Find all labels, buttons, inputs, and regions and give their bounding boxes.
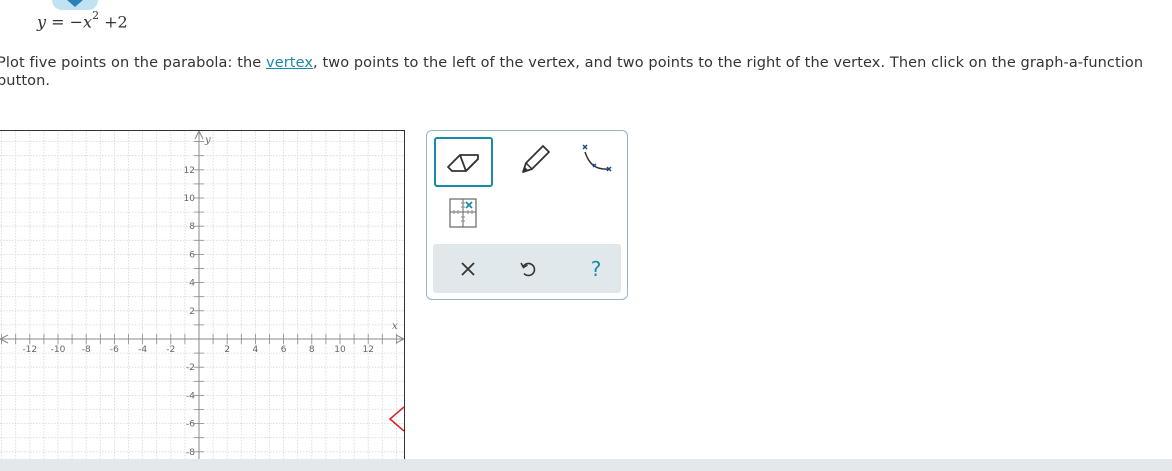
x-tick-label: -8: [82, 345, 91, 355]
y-tick-label: -2: [186, 363, 195, 373]
help-icon: ?: [590, 257, 602, 281]
y-tick-label: 6: [189, 250, 195, 260]
graph-toolbox: ?: [426, 130, 628, 300]
x-tick-label: -12: [22, 345, 37, 355]
x-tick-label: -2: [166, 345, 175, 355]
pencil-tool-button[interactable]: [513, 140, 557, 180]
instructions: Plot five points on the parabola: the ve…: [0, 55, 1144, 89]
eraser-icon: [446, 154, 479, 172]
coordinate-plane[interactable]: -12 -10 -8 -6 -4 -2 2 4 6 8 10 12 12 10 8 6 4 2 -2 -4 -6 -8 x y: [0, 131, 404, 461]
help-button[interactable]: ?: [581, 254, 611, 284]
offscreen-marker-icon: [388, 406, 404, 432]
x-tick-label: -6: [110, 345, 119, 355]
graph-function-button[interactable]: [575, 140, 619, 180]
x-tick-label: 6: [281, 345, 287, 355]
undo-button[interactable]: [513, 254, 543, 284]
pencil-icon: [522, 145, 550, 173]
x-tick-label: 8: [309, 345, 315, 355]
x-tick-label: 10: [334, 345, 346, 355]
y-tick-label: -8: [186, 448, 195, 458]
y-tick-label: 2: [189, 307, 195, 317]
y-tick-label: 10: [184, 194, 196, 204]
graph-function-icon: [582, 144, 612, 172]
x-axis-label: x: [392, 321, 398, 332]
grid-point-icon: [449, 198, 477, 228]
y-tick-label: 8: [189, 222, 195, 232]
graph-area[interactable]: -12 -10 -8 -6 -4 -2 2 4 6 8 10 12 12 10 8 6 4 2 -2 -4 -6 -8 x y: [0, 130, 405, 461]
x-tick-label: -10: [51, 345, 66, 355]
eraser-tool-button[interactable]: [434, 137, 493, 187]
y-tick-label: 4: [189, 279, 195, 289]
undo-icon: [520, 262, 536, 277]
close-icon: [461, 262, 475, 276]
equation: y = −x2 +2: [37, 9, 128, 32]
x-tick-label: 4: [253, 345, 259, 355]
action-bar: ?: [433, 244, 621, 293]
x-tick-label: 12: [362, 345, 373, 355]
x-tick-label: -4: [138, 345, 147, 355]
y-tick-label: -6: [186, 420, 195, 430]
y-axis-label: y: [204, 135, 211, 146]
chevron-down-icon[interactable]: [67, 0, 83, 7]
x-tick-label: 2: [224, 345, 230, 355]
bottom-scrollbar[interactable]: [0, 459, 1172, 471]
clear-button[interactable]: [453, 254, 483, 284]
y-tick-label: 12: [184, 166, 195, 176]
y-tick-label: -4: [186, 391, 195, 401]
grid-point-tool-button[interactable]: [448, 197, 478, 229]
vertex-link[interactable]: vertex: [266, 55, 313, 71]
